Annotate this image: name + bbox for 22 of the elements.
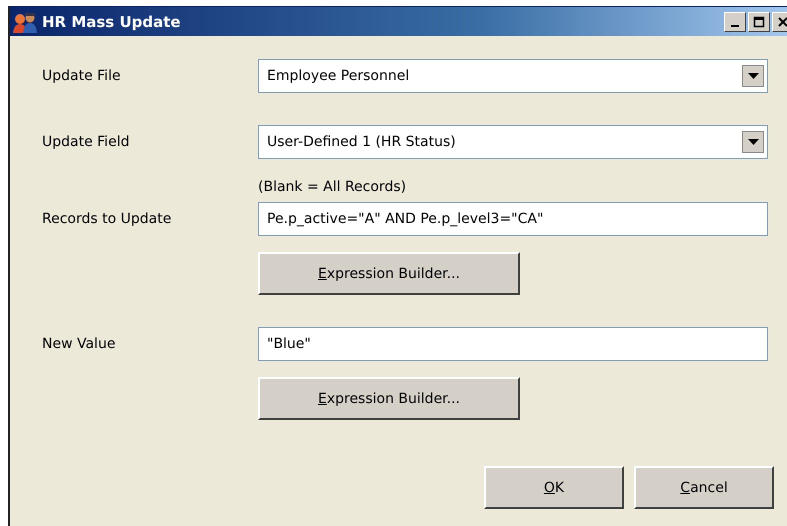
dropdown[interactable]: Employee Personnel	[258, 59, 768, 93]
expression-builder-button[interactable]: Expression Builder...	[258, 377, 520, 420]
close-icon	[777, 16, 787, 28]
field-label: Records to Update	[42, 211, 172, 227]
window-title: HR Mass Update	[42, 12, 182, 30]
input-field[interactable]: Pe.p_active="A" AND Pe.p_level3="CA"	[258, 202, 768, 236]
maximize-icon	[753, 16, 765, 28]
field-label: Update Field	[42, 134, 130, 150]
minimize-icon	[731, 24, 739, 26]
expression-builder-button[interactable]: Expression Builder...	[258, 252, 520, 295]
hint-text: (Blank = All Records)	[258, 179, 408, 197]
dialog-button[interactable]: OK	[484, 466, 624, 509]
dropdown-arrow-icon	[748, 73, 758, 79]
dropdown-arrow-icon	[748, 139, 758, 145]
maximize-button[interactable]	[748, 12, 770, 32]
dropdown[interactable]: User-Defined 1 (HR Status)	[258, 125, 768, 159]
people-icon	[12, 10, 38, 32]
dialog-button[interactable]: Cancel	[634, 466, 774, 509]
field-label: New Value	[42, 336, 116, 352]
field-label: Update File	[42, 68, 122, 84]
minimize-button[interactable]	[724, 12, 746, 32]
input-field[interactable]: "Blue"	[258, 327, 768, 361]
